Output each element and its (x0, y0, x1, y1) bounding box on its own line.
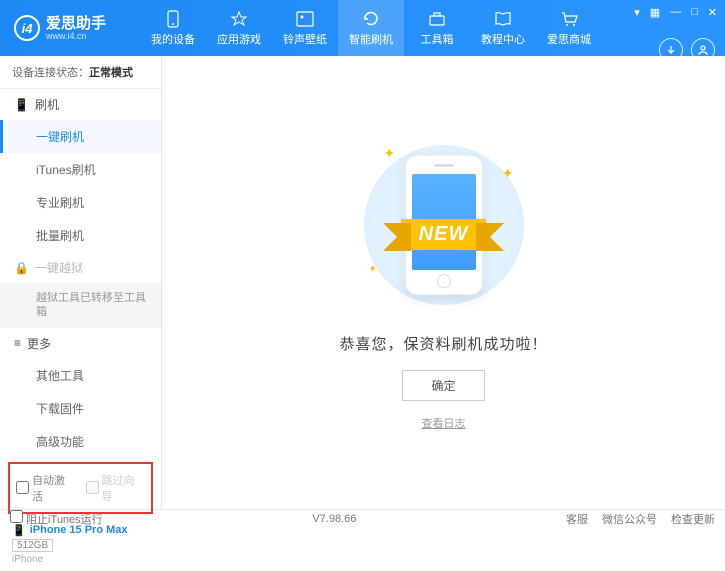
sidebar-item-download-firmware[interactable]: 下载固件 (0, 392, 161, 425)
view-log-link[interactable]: 查看日志 (422, 415, 466, 431)
nav-apps[interactable]: 应用游戏 (206, 0, 272, 56)
options-highlighted-box: 自动激活 跳过向导 (8, 462, 153, 514)
phone-icon: 📱 (14, 98, 29, 112)
ok-button[interactable]: 确定 (402, 370, 484, 401)
maximize-icon[interactable]: □ (691, 6, 698, 19)
app-logo-icon: i4 (14, 15, 40, 41)
main-content: ✦ ✦ ✦ NEW 恭喜您，保资料刷机成功啦！ 确定 查看日志 (162, 56, 725, 509)
sidebar-section-flash[interactable]: 📱刷机 (0, 89, 161, 120)
sidebar-item-oneclick-flash[interactable]: 一键刷机 (0, 120, 161, 153)
phone-icon (163, 10, 183, 28)
main-nav: 我的设备 应用游戏 铃声壁纸 智能刷机 工具箱 教程中心 爱思商城 (140, 0, 602, 56)
new-ribbon: NEW (401, 219, 487, 250)
skin-icon[interactable]: ▦ (650, 6, 660, 19)
apps-icon (229, 10, 249, 28)
nav-flash[interactable]: 智能刷机 (338, 0, 404, 56)
version-label: V7.98.66 (312, 513, 356, 525)
close-icon[interactable]: ✕ (708, 6, 717, 19)
sidebar-section-more[interactable]: ≡更多 (0, 328, 161, 359)
app-name: 爱思助手 (46, 16, 106, 31)
title-bar: i4 爱思助手 www.i4.cn 我的设备 应用游戏 铃声壁纸 智能刷机 工具… (0, 0, 725, 56)
sidebar-section-jailbreak: 🔒一键越狱 (0, 252, 161, 283)
minimize-icon[interactable]: — (670, 6, 681, 19)
sidebar-item-other-tools[interactable]: 其他工具 (0, 359, 161, 392)
footer-support[interactable]: 客服 (566, 511, 588, 527)
sidebar-item-pro-flash[interactable]: 专业刷机 (0, 186, 161, 219)
lock-icon: 🔒 (14, 261, 29, 275)
sidebar: 设备连接状态：正常模式 📱刷机 一键刷机 iTunes刷机 专业刷机 批量刷机 … (0, 56, 162, 509)
list-icon: ≡ (14, 336, 21, 350)
book-icon (493, 10, 513, 28)
connection-status: 设备连接状态：正常模式 (0, 56, 161, 89)
app-url: www.i4.cn (46, 31, 106, 41)
image-icon (295, 10, 315, 28)
auto-activate-checkbox[interactable]: 自动激活 (16, 472, 76, 504)
window-controls: ▾ ▦ — □ ✕ (634, 6, 717, 19)
footer-update[interactable]: 检查更新 (671, 511, 715, 527)
toolbox-icon (427, 10, 447, 28)
sidebar-item-batch-flash[interactable]: 批量刷机 (0, 219, 161, 252)
sidebar-item-itunes-flash[interactable]: iTunes刷机 (0, 153, 161, 186)
footer-wechat[interactable]: 微信公众号 (602, 511, 657, 527)
nav-ringtones[interactable]: 铃声壁纸 (272, 0, 338, 56)
nav-toolbox[interactable]: 工具箱 (404, 0, 470, 56)
nav-my-device[interactable]: 我的设备 (140, 0, 206, 56)
sidebar-item-advanced[interactable]: 高级功能 (0, 425, 161, 458)
skip-setup-checkbox: 跳过向导 (86, 472, 146, 504)
success-illustration: ✦ ✦ ✦ NEW (354, 135, 534, 315)
block-itunes-checkbox[interactable]: 阻止iTunes运行 (10, 510, 103, 527)
refresh-icon (361, 10, 381, 28)
nav-store[interactable]: 爱思商城 (536, 0, 602, 56)
device-storage: 512GB (12, 539, 53, 552)
header-controls: ▾ ▦ — □ ✕ (634, 6, 717, 19)
logo: i4 爱思助手 www.i4.cn (0, 15, 140, 41)
nav-tutorials[interactable]: 教程中心 (470, 0, 536, 56)
menu-icon[interactable]: ▾ (634, 6, 640, 19)
sidebar-jailbreak-note: 越狱工具已转移至工具箱 (0, 283, 161, 328)
cart-icon (559, 10, 579, 28)
device-type: iPhone (12, 554, 149, 565)
success-message: 恭喜您，保资料刷机成功啦！ (339, 333, 547, 354)
